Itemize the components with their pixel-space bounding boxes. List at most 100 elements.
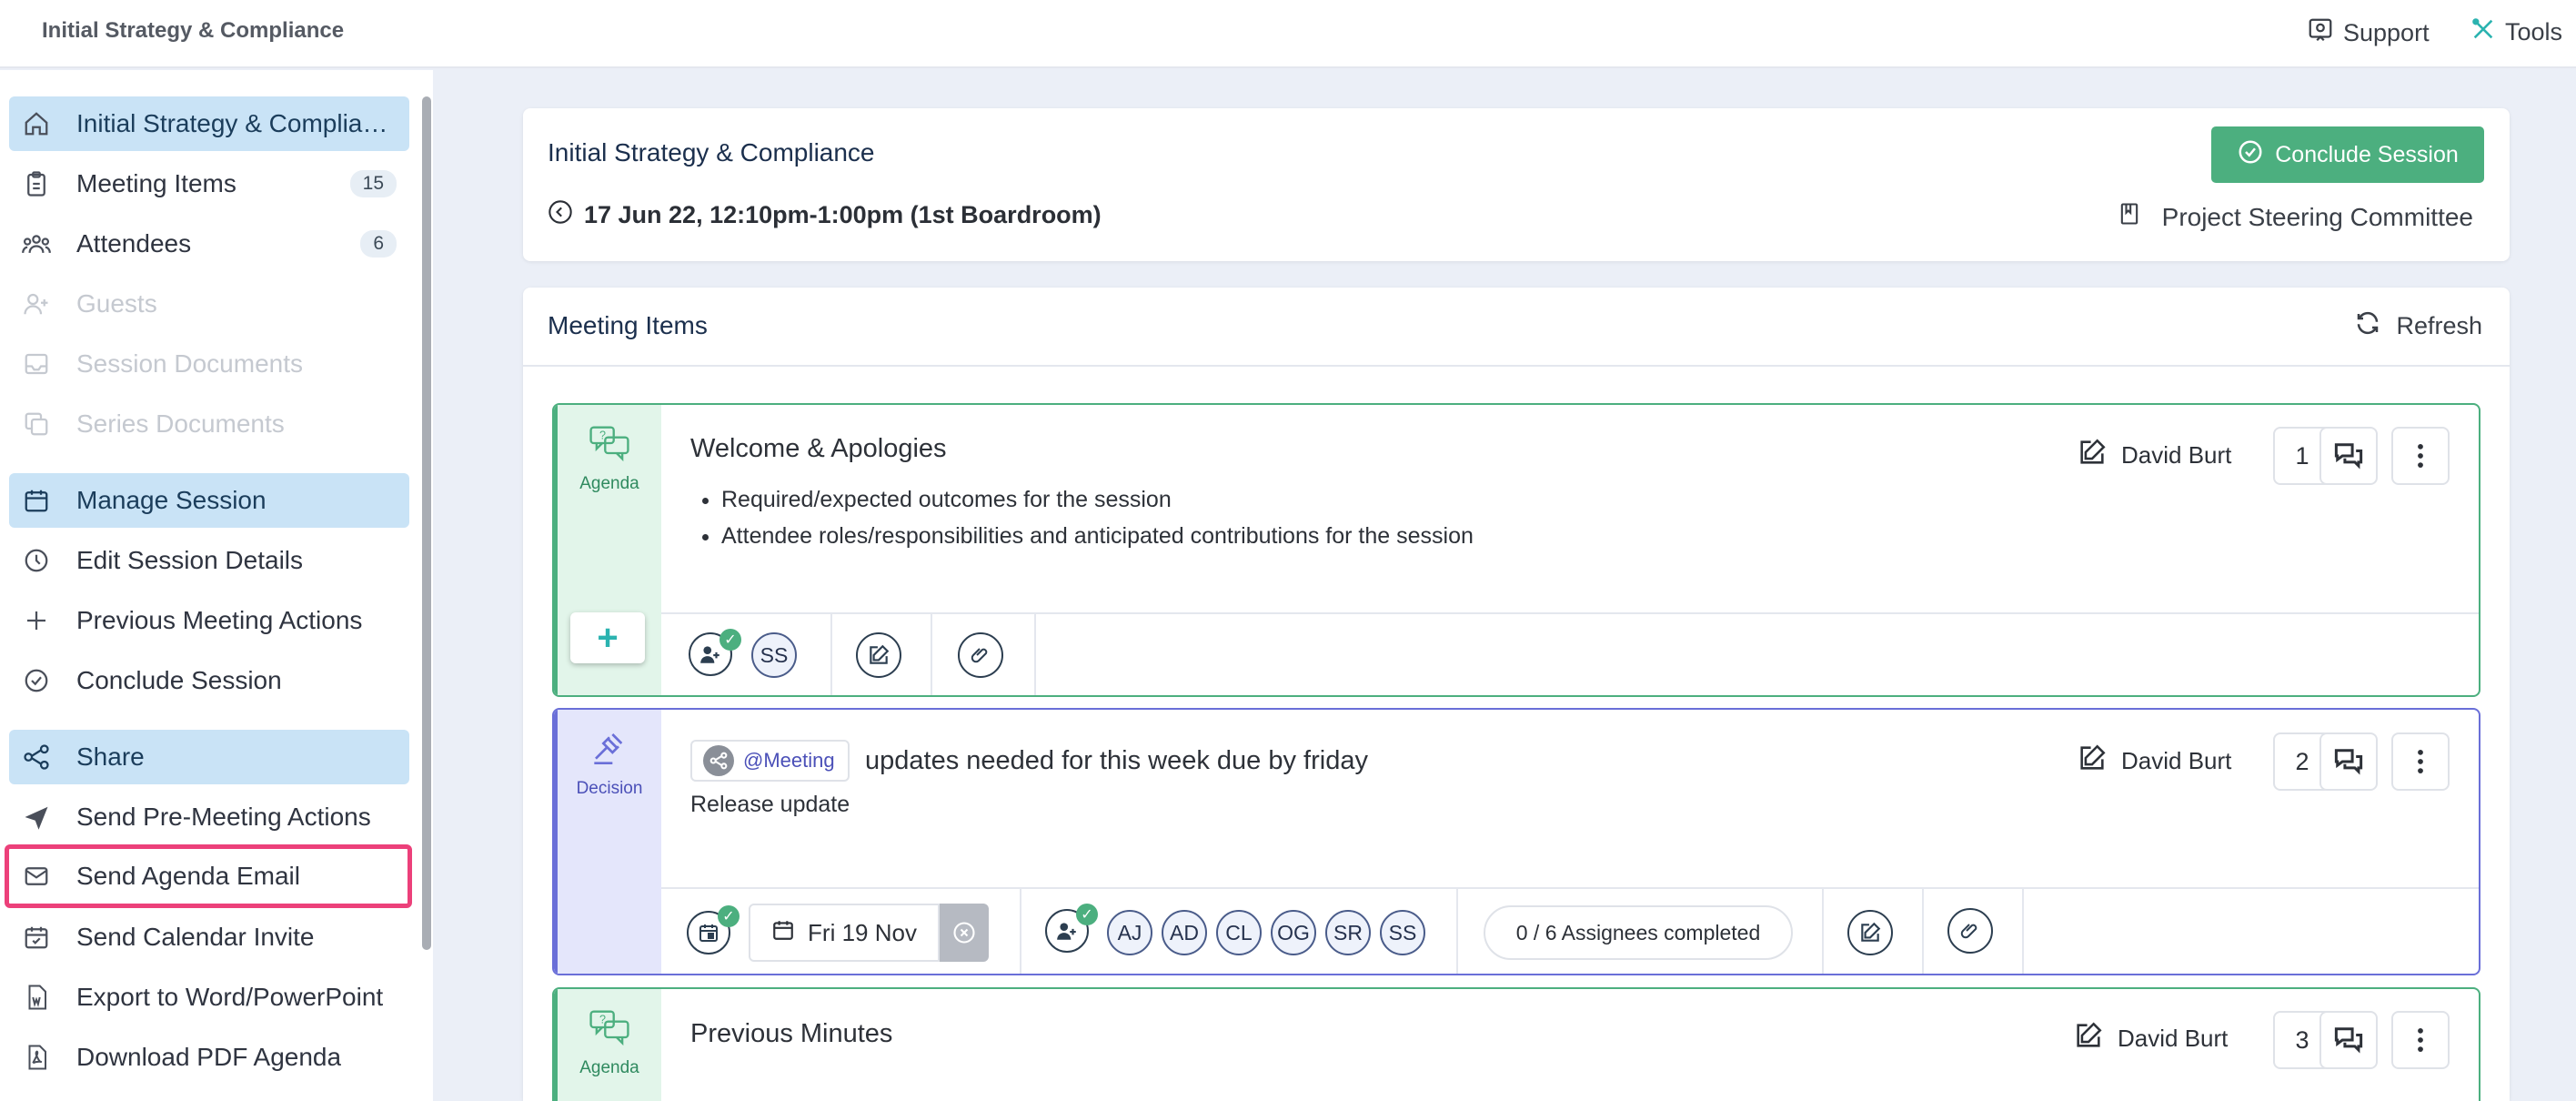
support-icon bbox=[2307, 16, 2334, 50]
due-date-field[interactable]: Fri 19 Nov bbox=[749, 904, 940, 962]
divider bbox=[1922, 889, 1924, 974]
sidebar-item-download-pdf[interactable]: Download PDF Agenda bbox=[9, 1030, 409, 1085]
comments-button[interactable] bbox=[2319, 427, 2378, 485]
divider bbox=[2022, 889, 2024, 974]
committee-name: Project Steering Committee bbox=[2161, 202, 2473, 231]
due-date-value: Fri 19 Nov bbox=[808, 918, 917, 946]
inbox-icon bbox=[20, 348, 53, 380]
calendar-icon bbox=[771, 918, 795, 948]
tools-link[interactable]: Tools bbox=[2470, 16, 2562, 48]
support-link[interactable]: Support bbox=[2307, 16, 2430, 50]
attachment-icon[interactable] bbox=[1947, 908, 1993, 954]
assignees-status[interactable]: 0 / 6 Assignees completed bbox=[1484, 905, 1793, 960]
sidebar: Initial Strategy & Compliance Meeting It… bbox=[0, 70, 433, 1101]
meeting-item-2: Decision @Meeting updates needed for thi… bbox=[552, 708, 2480, 975]
comments-button[interactable] bbox=[2319, 1011, 2378, 1069]
item-owner[interactable]: David Burt bbox=[2076, 437, 2231, 474]
sidebar-scrollbar[interactable] bbox=[422, 96, 431, 950]
sidebar-item-share[interactable]: Share bbox=[9, 730, 409, 784]
item-type-label: Decision bbox=[576, 779, 643, 798]
pdf-file-icon bbox=[20, 1041, 53, 1074]
session-title: Initial Strategy & Compliance bbox=[548, 138, 875, 167]
conclude-session-button[interactable]: Conclude Session bbox=[2211, 126, 2484, 183]
attendee-avatar[interactable]: AJ bbox=[1107, 910, 1152, 955]
back-arrow-icon[interactable] bbox=[548, 199, 573, 231]
conclude-session-label: Conclude Session bbox=[2275, 141, 2459, 167]
item-owner[interactable]: David Burt bbox=[2076, 742, 2231, 780]
attendee-avatar[interactable]: OG bbox=[1271, 910, 1316, 955]
item-owner[interactable]: David Burt bbox=[2072, 1020, 2228, 1057]
check-circle-icon bbox=[2237, 138, 2264, 172]
notes-icon[interactable] bbox=[856, 632, 901, 678]
attachment-icon[interactable] bbox=[958, 632, 1003, 678]
owner-name: David Burt bbox=[2121, 441, 2232, 469]
sidebar-item-previous-meeting-actions[interactable]: Previous Meeting Actions bbox=[9, 593, 409, 648]
sidebar-item-manage-session[interactable]: Manage Session bbox=[9, 473, 409, 528]
meeting-item-3: ? Agenda Previous Minutes David Burt 3 bbox=[552, 987, 2480, 1101]
notes-icon[interactable] bbox=[1847, 910, 1893, 955]
sidebar-item-conclude-session[interactable]: Conclude Session bbox=[9, 653, 409, 708]
refresh-label: Refresh bbox=[2396, 312, 2482, 339]
share-icon bbox=[20, 741, 53, 773]
edit-icon bbox=[2076, 437, 2108, 474]
meeting-tag[interactable]: @Meeting bbox=[690, 740, 850, 782]
item-title[interactable]: updates needed for this week due by frid… bbox=[865, 746, 1368, 776]
comments-button[interactable] bbox=[2319, 732, 2378, 791]
item-footer: ✓ Fri 19 Nov ✓ AJ AD CL OG SR SS 0 / 6 A… bbox=[661, 887, 2479, 974]
clipboard-icon bbox=[20, 167, 53, 200]
sidebar-item-label: Session Documents bbox=[76, 349, 304, 378]
tools-icon bbox=[2470, 16, 2496, 48]
sidebar-item-label: Export to Word/PowerPoint bbox=[76, 983, 384, 1011]
svg-text:?: ? bbox=[599, 1013, 606, 1025]
bullet-item: Required/expected outcomes for the sessi… bbox=[721, 481, 1474, 518]
clear-date-button[interactable] bbox=[940, 904, 989, 962]
divider bbox=[1034, 614, 1036, 695]
send-icon bbox=[20, 801, 53, 833]
plus-icon bbox=[20, 604, 53, 637]
item-footer: ✓ SS bbox=[661, 612, 2479, 695]
more-options-button[interactable] bbox=[2391, 1011, 2450, 1069]
book-icon bbox=[2117, 201, 2142, 233]
sidebar-item-send-calendar-invite[interactable]: Send Calendar Invite bbox=[9, 910, 409, 965]
divider bbox=[931, 614, 932, 695]
bullet-item: Attendee roles/responsibilities and anti… bbox=[721, 518, 1474, 554]
sidebar-item-meeting-items[interactable]: Meeting Items 15 bbox=[9, 157, 409, 211]
more-options-button[interactable] bbox=[2391, 427, 2450, 485]
add-item-button[interactable]: + bbox=[570, 612, 645, 663]
meeting-items-heading: Meeting Items bbox=[548, 311, 708, 339]
sidebar-item-attendees[interactable]: Attendees 6 bbox=[9, 217, 409, 271]
sidebar-item-label: Download PDF Agenda bbox=[76, 1043, 342, 1071]
check-badge-icon: ✓ bbox=[719, 629, 741, 651]
attendee-avatar[interactable]: SS bbox=[1380, 910, 1425, 955]
check-badge-icon: ✓ bbox=[718, 905, 740, 927]
discussion-icon: ? bbox=[589, 1009, 629, 1051]
sidebar-item-guests: Guests bbox=[9, 277, 409, 331]
attendee-avatar[interactable]: SR bbox=[1325, 910, 1371, 955]
item-type-decision: Decision bbox=[554, 710, 661, 974]
sidebar-item-home[interactable]: Initial Strategy & Compliance bbox=[9, 96, 409, 151]
divider bbox=[1020, 889, 1021, 974]
sidebar-item-send-pre-meeting-actions[interactable]: Send Pre-Meeting Actions bbox=[9, 790, 409, 844]
sidebar-item-export-word[interactable]: Export to Word/PowerPoint bbox=[9, 970, 409, 1025]
gavel-icon bbox=[591, 730, 628, 772]
item-title[interactable]: Previous Minutes bbox=[690, 1019, 892, 1049]
attendee-avatar[interactable]: AD bbox=[1162, 910, 1207, 955]
attendee-avatar[interactable]: SS bbox=[751, 632, 797, 678]
sidebar-item-edit-session-details[interactable]: Edit Session Details bbox=[9, 533, 409, 588]
more-options-button[interactable] bbox=[2391, 732, 2450, 791]
divider bbox=[1456, 889, 1458, 974]
svg-text:?: ? bbox=[599, 429, 606, 441]
attendee-avatar[interactable]: CL bbox=[1216, 910, 1262, 955]
session-datetime: 17 Jun 22, 12:10pm-1:00pm (1st Boardroom… bbox=[548, 199, 1102, 231]
sidebar-item-series-documents: Series Documents bbox=[9, 397, 409, 451]
count-badge: 6 bbox=[360, 230, 397, 258]
item-bullets: Required/expected outcomes for the sessi… bbox=[721, 481, 1474, 554]
sidebar-item-send-agenda-email[interactable]: Send Agenda Email bbox=[5, 844, 412, 908]
committee-label[interactable]: Project Steering Committee bbox=[2117, 201, 2473, 233]
sidebar-item-label: Attendees bbox=[76, 229, 192, 258]
owner-name: David Burt bbox=[2121, 747, 2232, 774]
item-title[interactable]: Welcome & Apologies bbox=[690, 434, 947, 464]
share-icon bbox=[703, 745, 734, 776]
copy-icon bbox=[20, 408, 53, 440]
refresh-button[interactable]: Refresh bbox=[2354, 309, 2482, 343]
